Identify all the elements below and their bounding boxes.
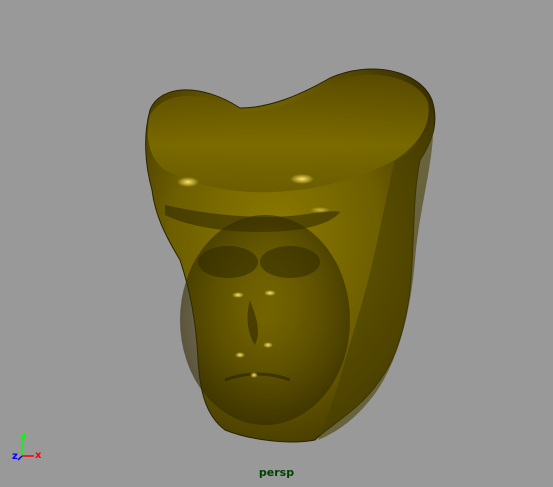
head-model-mesh[interactable] <box>0 0 553 487</box>
axis-x-label: x <box>35 450 42 461</box>
highlight-forehead <box>310 207 330 213</box>
face-recess <box>180 215 350 425</box>
highlight-mouth-left <box>235 352 245 358</box>
highlight-left <box>177 177 199 187</box>
eye-socket-right <box>260 246 320 278</box>
axis-y-label: y <box>20 431 27 442</box>
persp-viewport[interactable]: y z x persp <box>0 0 553 487</box>
highlight-cheek-right <box>264 290 276 296</box>
highlight-cheek-left <box>232 292 244 298</box>
camera-name-label: persp <box>258 466 295 479</box>
axis-z-label: z <box>12 451 18 462</box>
eye-socket-left <box>198 246 258 278</box>
highlight-chin <box>250 372 258 378</box>
highlight-mouth-right <box>263 342 273 348</box>
axis-gizmo: y z x <box>8 430 48 466</box>
highlight-right <box>290 174 314 184</box>
